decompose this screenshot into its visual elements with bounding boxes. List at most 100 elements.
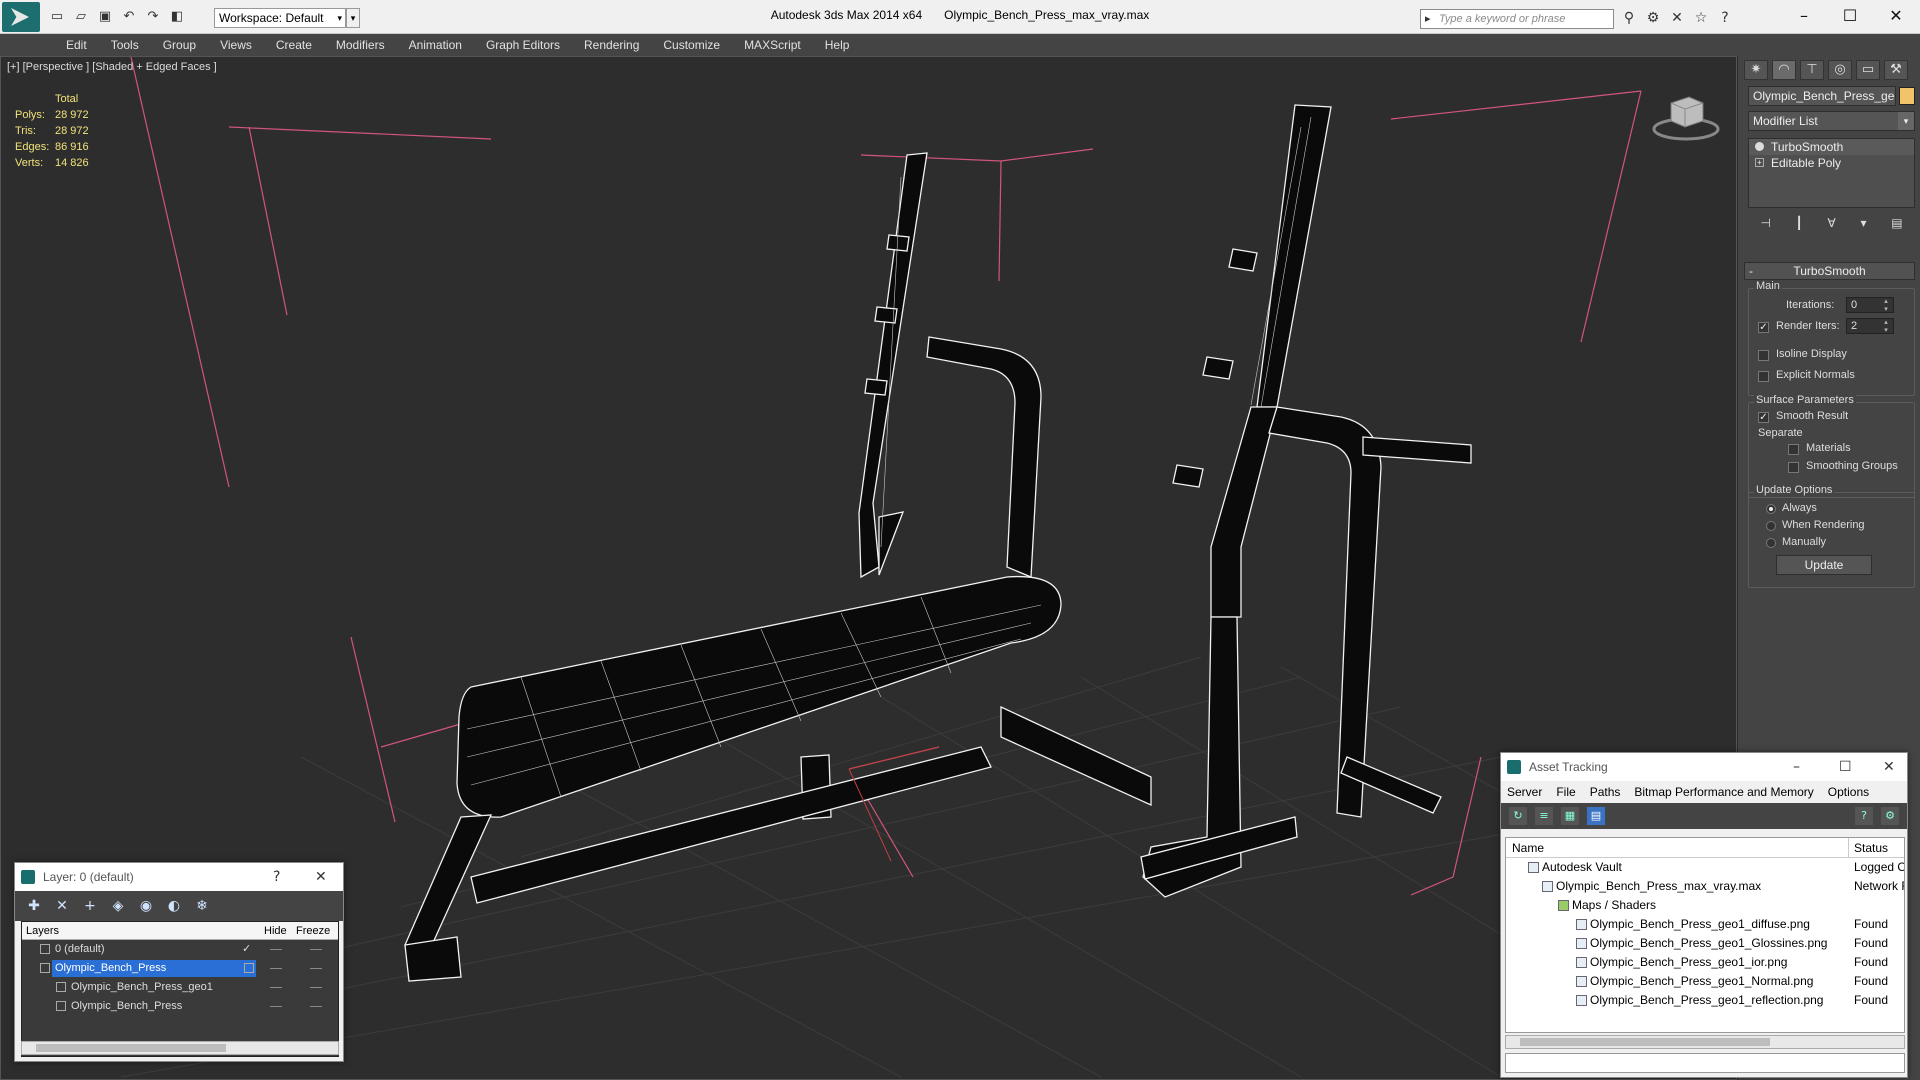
make-unique-icon[interactable]: ∀ [1828, 216, 1836, 238]
menu-help[interactable]: Help [813, 34, 862, 56]
column-divider[interactable] [1848, 838, 1849, 858]
materials-checkbox[interactable] [1788, 444, 1799, 455]
layer-row[interactable]: Olympic_Bench_Press [22, 959, 338, 978]
column-freeze[interactable]: Freeze [296, 922, 330, 940]
close-icon[interactable]: ✕ [1883, 753, 1895, 781]
binoculars-icon[interactable]: ⚲ [1620, 9, 1638, 27]
smoothing-groups-checkbox[interactable] [1788, 462, 1799, 473]
minimize-button[interactable]: – [1784, 4, 1824, 28]
menu-edit[interactable]: Edit [54, 34, 99, 56]
highlight-objects-icon[interactable]: ◉ [137, 897, 155, 915]
display-tab-icon[interactable]: ▭ [1856, 60, 1880, 80]
table-row[interactable]: Autodesk Vault Logged O [1506, 858, 1904, 877]
column-status[interactable]: Status [1854, 838, 1888, 858]
table-row[interactable]: Maps / Shaders [1506, 896, 1904, 915]
table-view-icon[interactable]: ▤ [1587, 807, 1605, 825]
layer-row[interactable]: 0 (default) ✓ [22, 940, 338, 959]
horizontal-scrollbar[interactable] [21, 1041, 339, 1055]
select-objects-icon[interactable]: ◈ [109, 897, 127, 915]
settings-icon[interactable]: ⚙ [1881, 807, 1899, 825]
table-row[interactable]: Olympic_Bench_Press_geo1_diffuse.png Foun… [1506, 915, 1904, 934]
viewport-label[interactable]: [+] [Perspective ] [Shaded + Edged Faces… [7, 61, 217, 73]
active-layer-box[interactable] [244, 963, 254, 973]
freeze-all-icon[interactable]: ❄ [193, 897, 211, 915]
minimize-icon[interactable]: – [1793, 753, 1800, 781]
manually-radio[interactable] [1766, 538, 1776, 548]
object-name-field[interactable]: Olympic_Bench_Press_geo1 [1748, 86, 1896, 106]
menu-graph-editors[interactable]: Graph Editors [474, 34, 572, 56]
menu-rendering[interactable]: Rendering [572, 34, 651, 56]
layer-row[interactable]: Olympic_Bench_Press_geo1 [22, 978, 338, 997]
menu-group[interactable]: Group [151, 34, 208, 56]
help-button[interactable]: ? [273, 863, 280, 891]
help-icon[interactable]: ? [1716, 9, 1734, 27]
menu-customize[interactable]: Customize [651, 34, 732, 56]
refresh-icon[interactable]: ↻ [1509, 807, 1527, 825]
utilities-tab-icon[interactable]: ⚒ [1884, 60, 1908, 80]
maximize-icon[interactable]: ☐ [1839, 753, 1852, 781]
hide-toggle[interactable] [270, 968, 282, 969]
column-hide[interactable]: Hide [264, 922, 287, 940]
layer-row[interactable]: Olympic_Bench_Press [22, 997, 338, 1016]
always-radio[interactable] [1766, 504, 1776, 514]
menu-paths[interactable]: Paths [1590, 781, 1621, 803]
close-icon[interactable]: ✕ [315, 863, 327, 891]
asset-path-field[interactable] [1505, 1053, 1905, 1073]
layer-dialog-titlebar[interactable]: Layer: 0 (default) ? ✕ [15, 863, 343, 891]
freeze-toggle[interactable] [310, 1006, 322, 1007]
communication-icon[interactable]: ✕ [1668, 9, 1686, 27]
iterations-spinner[interactable]: 0 [1846, 297, 1894, 313]
close-button[interactable]: ✕ [1876, 4, 1916, 28]
subscription-icon[interactable]: ⚙ [1644, 9, 1662, 27]
update-button[interactable]: Update [1776, 555, 1872, 575]
pin-stack-icon[interactable]: ⊣ [1760, 216, 1770, 238]
lightbulb-icon[interactable] [1755, 142, 1764, 151]
create-tab-icon[interactable]: ✷ [1744, 60, 1768, 80]
stack-item-editable-poly[interactable]: + Editable Poly [1749, 155, 1914, 171]
menu-tools[interactable]: Tools [99, 34, 151, 56]
modify-tab-icon[interactable]: ◠ [1772, 60, 1796, 80]
table-row[interactable]: Olympic_Bench_Press_geo1_ior.png Found [1506, 953, 1904, 972]
menu-file[interactable]: File [1556, 781, 1575, 803]
turbosmooth-rollout-header[interactable]: - TurboSmooth [1744, 262, 1915, 280]
delete-layer-icon[interactable]: ✕ [53, 897, 71, 915]
object-color-swatch[interactable] [1899, 87, 1915, 105]
render-iters-spinner[interactable]: 2 [1846, 318, 1894, 334]
modifier-list-dropdown[interactable]: Modifier List ▾ [1748, 111, 1915, 131]
create-layer-icon[interactable]: ✚ [25, 897, 43, 915]
menu-animation[interactable]: Animation [397, 34, 474, 56]
scrollbar-thumb[interactable] [1520, 1038, 1770, 1046]
stack-item-turbosmooth[interactable]: TurboSmooth [1749, 139, 1914, 155]
freeze-toggle[interactable] [310, 949, 322, 950]
smooth-result-checkbox[interactable]: ✓ [1758, 412, 1769, 423]
render-iters-checkbox[interactable]: ✓ [1758, 322, 1769, 333]
hide-all-icon[interactable]: ◐ [165, 897, 183, 915]
isoline-display-checkbox[interactable] [1758, 350, 1769, 361]
hide-toggle[interactable] [270, 1006, 282, 1007]
search-input[interactable]: Type a keyword or phrase [1420, 9, 1614, 29]
column-name[interactable]: Name [1512, 838, 1544, 858]
menu-create[interactable]: Create [264, 34, 324, 56]
when-rendering-radio[interactable] [1766, 521, 1776, 531]
table-row[interactable]: Olympic_Bench_Press_geo1_Normal.png Found [1506, 972, 1904, 991]
show-end-result-icon[interactable]: ┃ [1796, 216, 1803, 238]
freeze-toggle[interactable] [310, 987, 322, 988]
menu-bitmap-performance[interactable]: Bitmap Performance and Memory [1634, 781, 1813, 803]
table-row[interactable]: Olympic_Bench_Press_geo1_reflection.png F… [1506, 991, 1904, 1010]
list-view-icon[interactable]: ≡ [1535, 807, 1553, 825]
motion-tab-icon[interactable]: ◎ [1828, 60, 1852, 80]
menu-views[interactable]: Views [208, 34, 264, 56]
column-layers[interactable]: Layers [26, 922, 59, 940]
horizontal-scrollbar[interactable] [1505, 1035, 1905, 1049]
menu-server[interactable]: Server [1507, 781, 1542, 803]
thumbnail-view-icon[interactable]: ▦ [1561, 807, 1579, 825]
table-row[interactable]: Olympic_Bench_Press_geo1_Glossines.png Fo… [1506, 934, 1904, 953]
hierarchy-tab-icon[interactable]: ⊤ [1800, 60, 1824, 80]
hide-toggle[interactable] [270, 949, 282, 950]
maximize-button[interactable]: ☐ [1830, 4, 1870, 28]
expand-icon[interactable]: + [1755, 158, 1764, 167]
remove-modifier-icon[interactable]: ▾ [1860, 216, 1866, 238]
configure-sets-icon[interactable]: ▤ [1891, 216, 1902, 238]
menu-maxscript[interactable]: MAXScript [732, 34, 813, 56]
add-to-layer-icon[interactable]: + [81, 897, 99, 915]
